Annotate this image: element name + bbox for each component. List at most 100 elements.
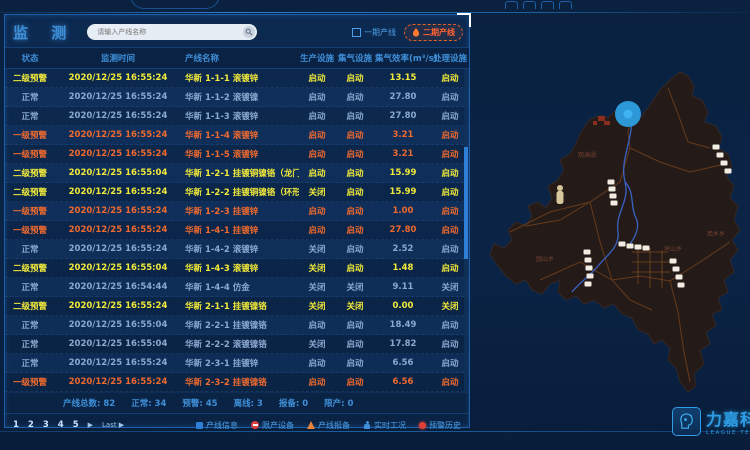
status-cell: 正常	[5, 319, 55, 331]
time-cell: 2020/12/25 16:55:04	[55, 320, 181, 330]
page-number[interactable]: 2	[28, 420, 34, 430]
legend-item-worker-person[interactable]: 实时工况	[363, 420, 406, 431]
enterprise-marker[interactable]	[627, 244, 634, 249]
gas-cell: 启动	[335, 224, 375, 236]
enterprise-marker[interactable]	[725, 169, 732, 174]
enterprise-marker[interactable]	[610, 194, 617, 199]
table-row[interactable]: 正常2020/12/25 16:55:04华新 2-2-1 挂镀镍铬启动启动18…	[5, 316, 469, 335]
legend-item-limit-circle[interactable]: 限产设备	[251, 420, 294, 431]
legend-item-info-square[interactable]: 产线信息	[196, 420, 238, 431]
name-cell: 华新 2-3-1 挂镀锌	[181, 357, 299, 369]
table-row[interactable]: 二级预警2020/12/25 16:55:24华新 1-2-2 挂镀铜镍铬（环形…	[5, 183, 469, 202]
table-row[interactable]: 正常2020/12/25 16:55:24华新 1-1-3 滚镀锌启动启动27.…	[5, 107, 469, 126]
production-cell: 启动	[299, 91, 335, 103]
production-cell: 关闭	[299, 186, 335, 198]
enterprise-marker[interactable]	[717, 153, 724, 158]
efficiency-cell: 0.00	[375, 301, 431, 311]
status-cell: 正常	[5, 91, 55, 103]
enterprise-marker[interactable]	[676, 275, 683, 280]
time-cell: 2020/12/25 16:55:24	[55, 187, 181, 197]
status-cell: 一级预警	[5, 224, 55, 236]
panel-header: 监 测 一期产线 二期产线	[5, 15, 469, 47]
time-cell: 2020/12/25 16:55:24	[55, 377, 181, 387]
last-page-button[interactable]: Last ▶	[102, 421, 124, 429]
name-cell: 华新 1-1-3 滚镀锌	[181, 110, 299, 122]
brand-subtitle: LEAGUE TECH	[706, 430, 750, 436]
gas-cell: 启动	[335, 357, 375, 369]
table-row[interactable]: 二级预警2020/12/25 16:55:04华新 1-2-1 挂镀铜镍铬（龙门…	[5, 164, 469, 183]
enterprise-marker[interactable]	[670, 259, 677, 264]
brand-logo: 力嘉科技 LEAGUE TECH	[672, 406, 750, 436]
enterprise-marker[interactable]	[608, 180, 615, 185]
status-cell: 一级预警	[5, 205, 55, 217]
search-icon[interactable]	[243, 26, 255, 38]
efficiency-cell: 13.15	[375, 73, 431, 83]
table-row[interactable]: 正常2020/12/25 16:55:24华新 2-3-1 挂镀锌启动启动6.5…	[5, 354, 469, 373]
table-row[interactable]: 二级预警2020/12/25 16:55:04华新 1-4-3 滚镀锌关闭启动1…	[5, 259, 469, 278]
enterprise-marker[interactable]	[619, 242, 626, 247]
enterprise-marker[interactable]	[635, 245, 642, 250]
table-row[interactable]: 二级预警2020/12/25 16:55:24华新 2-1-1 挂镀镍铬关闭关闭…	[5, 297, 469, 316]
time-cell: 2020/12/25 16:55:24	[55, 73, 181, 83]
enterprise-marker[interactable]	[673, 267, 680, 272]
enterprise-marker[interactable]	[678, 283, 685, 288]
enterprise-marker[interactable]	[609, 187, 616, 192]
phase2-button[interactable]: 二期产线	[404, 24, 463, 41]
enterprise-marker[interactable]	[585, 258, 592, 263]
column-header: 集气设施	[335, 52, 375, 64]
status-cell: 正常	[5, 281, 55, 293]
table-row[interactable]: 一级预警2020/12/25 16:55:24华新 2-3-2 挂镀镍铬启动启动…	[5, 373, 469, 392]
table-row[interactable]: 正常2020/12/25 16:55:24华新 1-4-2 滚镀锌关闭启动2.5…	[5, 240, 469, 259]
efficiency-cell: 27.80	[375, 92, 431, 102]
status-cell: 正常	[5, 243, 55, 255]
legend-label: 产线信息	[206, 420, 238, 431]
table-row[interactable]: 正常2020/12/25 16:54:44华新 1-4-4 仿金关闭关闭9.11…	[5, 278, 469, 297]
table-row[interactable]: 一级预警2020/12/25 16:55:24华新 1-1-4 滚镀锌启动启动3…	[5, 126, 469, 145]
enterprise-marker[interactable]	[585, 282, 592, 287]
status-cell: 二级预警	[5, 262, 55, 274]
enterprise-marker[interactable]	[643, 246, 650, 251]
table-row[interactable]: 二级预警2020/12/25 16:55:24华新 1-1-1 滚镀锌启动启动1…	[5, 69, 469, 88]
page-number[interactable]: 3	[43, 420, 49, 430]
city-map[interactable]: 观澜湖园山乡西乡乡坪山乡	[480, 52, 750, 402]
name-cell: 华新 1-4-2 滚镀锌	[181, 243, 299, 255]
gas-cell: 启动	[335, 376, 375, 388]
gas-cell: 启动	[335, 186, 375, 198]
enterprise-marker[interactable]	[586, 266, 593, 271]
table-row[interactable]: 正常2020/12/25 16:55:04华新 2-2-2 滚镀镍铬关闭启动17…	[5, 335, 469, 354]
name-cell: 华新 1-2-2 挂镀铜镍铬（环形线）	[181, 186, 299, 198]
name-cell: 华新 1-2-1 挂镀铜镍铬（龙门线）	[181, 167, 299, 179]
production-cell: 启动	[299, 376, 335, 388]
page-number[interactable]: 5	[73, 420, 79, 430]
enterprise-marker[interactable]	[587, 274, 594, 279]
efficiency-cell: 27.80	[375, 225, 431, 235]
table-row[interactable]: 正常2020/12/25 16:55:24华新 1-1-2 滚镀镍启动启动27.…	[5, 88, 469, 107]
enterprise-marker[interactable]	[713, 145, 720, 150]
production-cell: 启动	[299, 205, 335, 217]
table-row[interactable]: 一级预警2020/12/25 16:55:24华新 2-4-1 挂镀镍铬启动启动…	[5, 392, 469, 393]
legend-item-report-triangle[interactable]: 产线报备	[307, 420, 350, 431]
enterprise-marker[interactable]	[721, 161, 728, 166]
next-page-button[interactable]: ▶	[88, 421, 93, 429]
legend-item-alarm-dot[interactable]: 预警历史	[419, 420, 461, 431]
production-cell: 启动	[299, 224, 335, 236]
page-number[interactable]: 4	[58, 420, 64, 430]
page-number[interactable]: 1	[13, 420, 19, 430]
person-marker[interactable]	[557, 185, 564, 204]
district-label: 园山乡	[536, 255, 554, 263]
enterprise-marker[interactable]	[584, 250, 591, 255]
time-cell: 2020/12/25 16:54:44	[55, 282, 181, 292]
gas-cell: 关闭	[335, 300, 375, 312]
table-row[interactable]: 一级预警2020/12/25 16:55:24华新 1-4-1 挂镀锌启动启动2…	[5, 221, 469, 240]
table-row[interactable]: 一级预警2020/12/25 16:55:24华新 1-2-3 挂镀锌启动启动1…	[5, 202, 469, 221]
column-header: 产线名称	[181, 52, 299, 64]
scrollbar-thumb[interactable]	[464, 147, 468, 259]
search-input[interactable]	[95, 27, 243, 37]
production-cell: 启动	[299, 357, 335, 369]
enterprise-marker[interactable]	[611, 201, 618, 206]
phase2-label: 二期产线	[423, 27, 455, 38]
name-cell: 华新 1-4-4 仿金	[181, 281, 299, 293]
table-row[interactable]: 一级预警2020/12/25 16:55:24华新 1-1-5 滚镀锌启动启动3…	[5, 145, 469, 164]
production-cell: 关闭	[299, 281, 335, 293]
phase1-checkbox[interactable]: 一期产线	[352, 27, 396, 38]
